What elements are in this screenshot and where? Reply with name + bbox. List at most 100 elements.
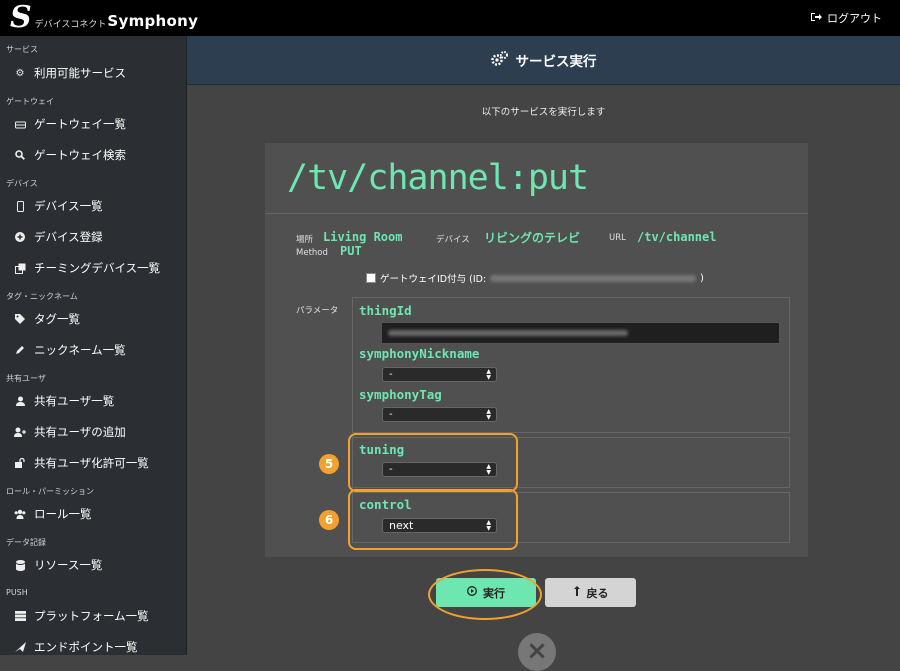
sidebar-section-data-record: データ記録 <box>6 538 46 547</box>
hdd-icon <box>14 118 26 130</box>
sidebar-item-endpoint-list[interactable]: エンドポイント一覧 <box>14 639 138 655</box>
sidebar-item-label: 共有ユーザ化許可一覧 <box>34 456 149 470</box>
mobile-icon <box>14 200 26 212</box>
sidebar-section-device: デバイス <box>6 179 38 188</box>
url-label: URL <box>609 233 626 243</box>
sidebar-item-role-list[interactable]: ロール一覧 <box>14 506 92 522</box>
user-plus-icon <box>14 426 26 438</box>
gateway-id-suffix: ) <box>700 272 704 284</box>
page-subtitle: 以下のサービスを実行します <box>481 107 606 118</box>
brand-name: Symphony <box>107 12 199 30</box>
sidebar-section-role: ロール・パーミッション <box>6 487 94 496</box>
sign-out-icon <box>811 12 822 25</box>
params-label: パラメータ <box>296 306 339 316</box>
sidebar-item-label: ロール一覧 <box>34 507 92 521</box>
logo-s-mark: S <box>10 0 32 35</box>
thingid-input[interactable] <box>381 322 780 344</box>
sidebar-item-available-services[interactable]: ⚙ 利用可能サービス <box>14 65 126 81</box>
database-icon <box>14 559 26 571</box>
sidebar-item-label: タグ一覧 <box>34 312 80 326</box>
page-title: サービス実行 <box>515 54 597 70</box>
clone-icon <box>14 262 26 274</box>
gears-icon: ⚙ <box>15 67 25 79</box>
tags-icon <box>14 313 26 325</box>
sidebar-item-device-list[interactable]: デバイス一覧 <box>14 198 103 214</box>
sidebar-item-label: デバイス一覧 <box>34 199 103 213</box>
param-nickname-label: symphonyNickname <box>359 346 480 361</box>
nickname-select[interactable]: - ▲ ▼ <box>382 367 497 382</box>
level-up-icon <box>573 586 581 599</box>
sidebar-item-resource-list[interactable]: リソース一覧 <box>14 557 102 573</box>
sidebar-item-label: エンドポイント一覧 <box>34 640 138 654</box>
pencil-icon <box>14 344 26 356</box>
divider <box>265 213 808 214</box>
logout-button[interactable]: ログアウト <box>811 10 882 26</box>
method-label: Method <box>296 248 328 258</box>
gateway-id-checkbox[interactable] <box>366 273 376 283</box>
sidebar-item-tag-list[interactable]: タグ一覧 <box>14 311 80 327</box>
sidebar-item-add-shared-user[interactable]: 共有ユーザの追加 <box>14 424 126 440</box>
sidebar-section-gateway: ゲートウェイ <box>6 97 54 106</box>
gears-icon <box>490 50 508 70</box>
sidebar-section-tag: タグ・ニックネーム <box>6 292 78 301</box>
sidebar-item-label: ゲートウェイ一覧 <box>34 117 126 131</box>
sidebar-section-push: PUSH <box>6 588 28 597</box>
tuning-highlight <box>348 433 518 492</box>
redacted-thingid <box>388 330 628 336</box>
sidebar-section-service: サービス <box>6 45 38 54</box>
sidebar-item-label: 共有ユーザの追加 <box>34 425 126 439</box>
nickname-select-value: - <box>389 369 393 380</box>
top-bar: S デバイスコネクト Symphony ログアウト <box>0 0 900 36</box>
gateway-id-label: ゲートウェイID付与 (ID: <box>380 274 487 285</box>
sidebar-section-shared-user: 共有ユーザ <box>6 374 46 383</box>
select-arrows-icon: ▲ ▼ <box>486 408 491 421</box>
sidebar-item-label: ゲートウェイ検索 <box>34 148 126 162</box>
back-button[interactable]: 戻る <box>545 578 636 607</box>
search-icon <box>14 149 26 161</box>
close-circle-icon[interactable]: × <box>518 633 556 671</box>
place-label: 場所 <box>296 235 314 245</box>
redacted-gateway-id <box>490 274 697 282</box>
page-header: サービス実行 <box>187 36 900 85</box>
users-icon <box>14 508 26 520</box>
sidebar: サービス ⚙ 利用可能サービス ゲートウェイ ゲートウェイ一覧 ゲートウェイ検索… <box>0 36 187 655</box>
execute-highlight <box>428 569 542 620</box>
sidebar-item-gateway-search[interactable]: ゲートウェイ検索 <box>14 147 126 163</box>
server-icon <box>14 610 26 622</box>
sidebar-item-label: デバイス登録 <box>34 230 103 244</box>
control-highlight <box>348 489 518 550</box>
paper-plane-icon <box>14 641 26 653</box>
place-value: Living Room <box>323 230 403 244</box>
user-icon <box>14 395 26 407</box>
unlock-icon <box>14 457 26 469</box>
endpoint-title: /tv/channel:put <box>287 158 589 198</box>
sidebar-item-label: チーミングデバイス一覧 <box>34 261 161 275</box>
device-label: デバイス <box>436 235 470 245</box>
device-value: リビングのテレビ <box>484 231 581 245</box>
step-badge-5: 5 <box>319 454 339 474</box>
app-logo[interactable]: S デバイスコネクト Symphony <box>10 2 198 34</box>
back-label: 戻る <box>586 586 609 600</box>
logout-label: ログアウト <box>827 12 882 25</box>
sidebar-item-label: プラットフォーム一覧 <box>34 609 149 623</box>
sidebar-item-shared-user-permission-list[interactable]: 共有ユーザ化許可一覧 <box>14 455 149 471</box>
sidebar-item-nickname-list[interactable]: ニックネーム一覧 <box>14 342 126 358</box>
select-arrows-icon: ▲ ▼ <box>486 368 491 381</box>
sidebar-item-teaming-device-list[interactable]: チーミングデバイス一覧 <box>14 260 160 276</box>
gateway-id-checkbox-row[interactable]: ゲートウェイID付与 (ID: ) <box>366 271 704 285</box>
sidebar-item-gateway-list[interactable]: ゲートウェイ一覧 <box>14 116 126 132</box>
sidebar-item-platform-list[interactable]: プラットフォーム一覧 <box>14 608 149 624</box>
param-tag-label: symphonyTag <box>359 387 442 402</box>
sidebar-item-label: 利用可能サービス <box>34 66 126 80</box>
sidebar-item-label: 共有ユーザ一覧 <box>34 394 115 408</box>
sidebar-item-shared-user-list[interactable]: 共有ユーザ一覧 <box>14 393 114 409</box>
tag-select[interactable]: - ▲ ▼ <box>382 407 497 422</box>
sidebar-item-device-register[interactable]: デバイス登録 <box>14 229 103 245</box>
param-thingid-label: thingId <box>359 303 412 318</box>
tag-select-value: - <box>389 409 393 420</box>
sidebar-item-label: ニックネーム一覧 <box>34 343 126 357</box>
sidebar-item-label: リソース一覧 <box>34 558 103 572</box>
plus-circle-icon <box>14 231 26 243</box>
brand-small: デバイスコネクト <box>34 19 107 30</box>
url-value: /tv/channel <box>637 230 717 244</box>
